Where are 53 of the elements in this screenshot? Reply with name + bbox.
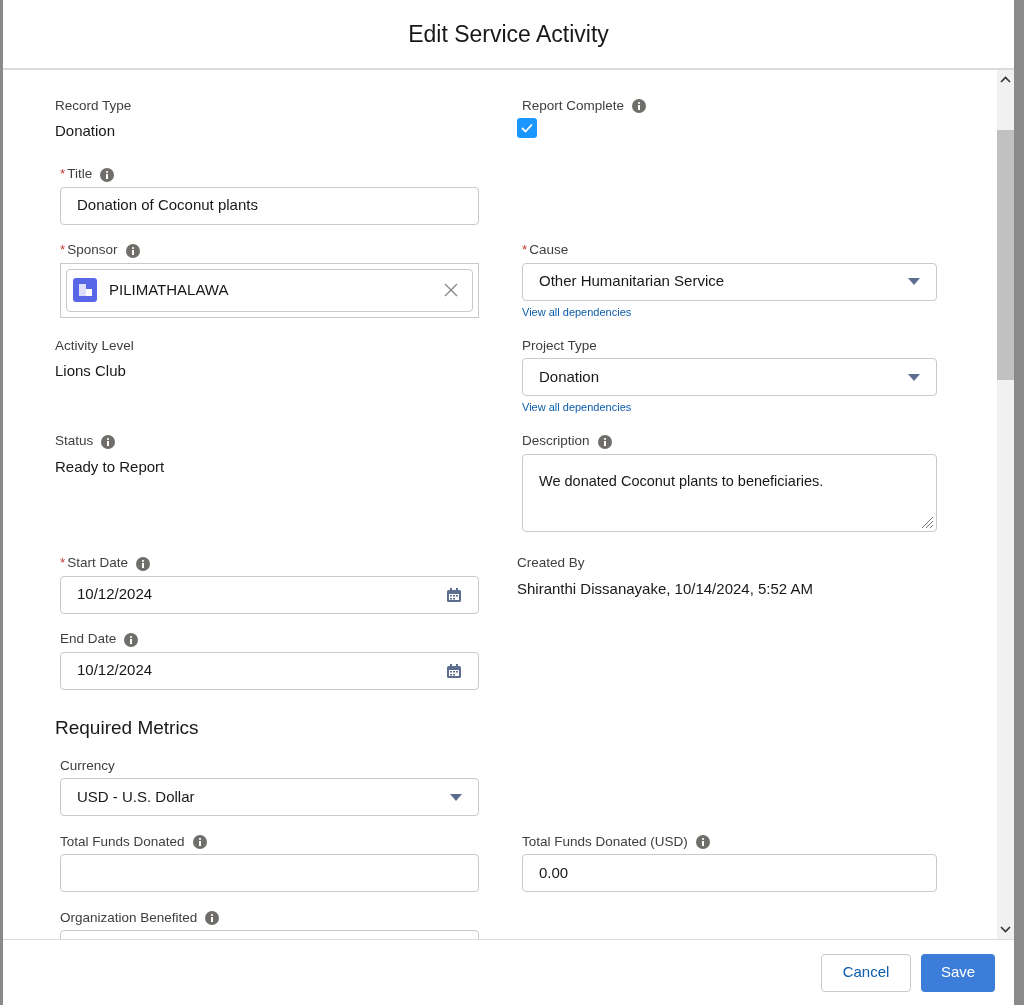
close-icon[interactable] — [444, 283, 458, 297]
field-label: Total Funds Donated (USD) — [522, 832, 688, 851]
selected-pill[interactable]: PILIMATHALAWA — [66, 268, 473, 312]
caret-icon — [908, 373, 920, 381]
field-value: Donation — [55, 121, 117, 141]
modal-title: Edit Service Activity — [408, 19, 609, 49]
calendar-icon — [446, 662, 462, 679]
checkbox[interactable] — [517, 118, 537, 138]
field-value: Lions Club — [55, 361, 127, 381]
field-label: Activity Level — [55, 336, 134, 355]
field-label: Total Funds Donated — [60, 832, 185, 851]
required-asterisk: * — [60, 241, 66, 260]
field-label: Description — [522, 432, 590, 451]
date-field[interactable]: 10/12/2024 — [60, 651, 479, 690]
resize-handle-icon[interactable] — [920, 514, 934, 529]
field-label: Status — [55, 432, 94, 451]
check-icon — [521, 123, 533, 133]
field-label: Sponsor — [67, 241, 118, 260]
text-field[interactable]: Donation of Coconut plants — [60, 186, 479, 225]
date-field[interactable]: 10/12/2024 — [60, 575, 479, 614]
description-textarea[interactable]: We donated Coconut plants to beneficiaries. — [522, 453, 937, 532]
calendar-icon — [446, 586, 462, 603]
select-dropdown[interactable]: USD - U.S. Dollar — [60, 778, 479, 816]
field-label: Start Date — [67, 554, 129, 573]
scrollbar-thumb[interactable] — [997, 130, 1014, 380]
field-value: Shiranthi Dissanayake, 10/14/2024, 5:52 AM — [517, 578, 815, 599]
text-field[interactable] — [60, 854, 479, 892]
building-icon — [73, 278, 97, 302]
lookup-field[interactable]: PILIMATHALAWA — [60, 262, 479, 318]
field-label: Project Type — [522, 336, 597, 355]
caret-icon — [908, 278, 920, 285]
field-label: Cause — [529, 241, 569, 260]
field-label: Organization Benefited — [60, 908, 198, 927]
required-asterisk: * — [60, 554, 66, 573]
field-label: Created By — [517, 554, 585, 573]
pill-label: PILIMATHALAWA — [109, 279, 229, 300]
text-field[interactable]: 0.00 — [522, 854, 937, 892]
section-heading: Required Metrics — [55, 715, 200, 740]
dependencies-link[interactable]: View all dependencies — [522, 303, 937, 320]
dependencies-link[interactable]: View all dependencies — [522, 399, 937, 416]
field-label: Title — [67, 165, 93, 184]
field-label: Report Complete — [522, 96, 625, 115]
save-button[interactable]: Save — [921, 953, 995, 992]
field-label: End Date — [60, 630, 117, 649]
select-dropdown[interactable]: Donation — [522, 358, 937, 396]
caret-icon — [450, 793, 462, 801]
field-label: Record Type — [55, 96, 132, 115]
required-asterisk: * — [522, 241, 528, 260]
field-value: Ready to Report — [55, 456, 166, 477]
required-asterisk: * — [60, 165, 66, 184]
field-label: Currency — [60, 756, 115, 775]
select-dropdown[interactable]: Other Humanitarian Service — [522, 262, 937, 301]
cancel-button[interactable]: Cancel — [821, 953, 911, 992]
